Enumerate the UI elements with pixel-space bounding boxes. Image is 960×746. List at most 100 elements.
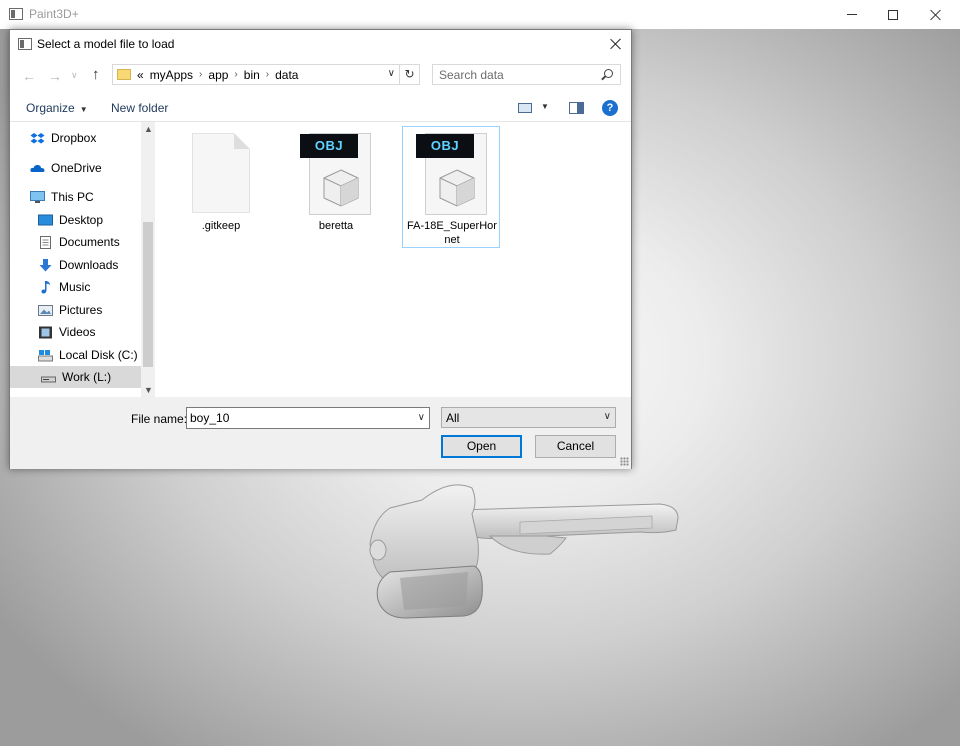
navigation-bar: ← → ∨ ↑ « myApps › app › bin › data ∨ ↻ — [10, 58, 631, 94]
nav-item-work-drive[interactable]: Work (L:) — [10, 366, 141, 388]
obj-tag: OBJ — [300, 134, 358, 158]
nav-item-this-pc[interactable]: This PC — [30, 186, 138, 208]
preview-pane-icon[interactable] — [569, 102, 584, 114]
minimize-button[interactable] — [829, 0, 875, 29]
maximize-icon — [888, 9, 898, 20]
open-file-dialog: Select a model file to load ← → ∨ ↑ « my… — [9, 29, 632, 469]
cube-icon — [439, 169, 475, 207]
nav-item-label: Work (L:) — [62, 370, 112, 384]
obj-file-icon: OBJ — [416, 133, 487, 215]
dropbox-icon — [30, 132, 45, 145]
breadcrumb-data[interactable]: data — [275, 68, 298, 82]
nav-item-videos[interactable]: Videos — [38, 321, 138, 343]
up-arrow-icon[interactable]: ↑ — [92, 66, 100, 83]
file-label: beretta — [318, 220, 354, 232]
drive-icon — [41, 371, 56, 384]
breadcrumb-app[interactable]: app — [208, 68, 228, 82]
scrollbar-thumb[interactable] — [143, 222, 153, 367]
nav-item-label: Documents — [59, 235, 120, 249]
breadcrumb-bin[interactable]: bin — [244, 68, 260, 82]
refresh-icon[interactable]: ↻ — [399, 65, 419, 84]
back-arrow-icon[interactable]: ← — [22, 68, 36, 84]
nav-item-onedrive[interactable]: OneDrive — [30, 157, 138, 179]
change-view-icon[interactable] — [518, 103, 532, 113]
open-button[interactable]: Open — [441, 435, 522, 458]
search-box[interactable] — [432, 64, 621, 85]
file-item-fa18e-superhornet[interactable]: OBJ FA-18E_SuperHornet — [402, 126, 500, 248]
breadcrumb-separator-icon[interactable]: › — [234, 69, 237, 80]
recent-locations-chevron-icon[interactable]: ∨ — [71, 70, 78, 81]
resize-grip-icon[interactable] — [620, 457, 629, 466]
view-options-caret-icon[interactable]: ▼ — [541, 102, 549, 111]
nav-item-label: Videos — [59, 325, 96, 339]
dialog-title: Select a model file to load — [37, 37, 175, 51]
file-name-combo[interactable]: ∨ — [186, 407, 430, 429]
minimize-icon — [847, 14, 857, 15]
file-item-gitkeep[interactable]: .gitkeep — [172, 127, 270, 249]
desktop-icon — [38, 214, 53, 227]
organize-label: Organize — [26, 101, 75, 115]
search-input[interactable] — [439, 67, 589, 82]
forward-arrow-icon[interactable]: → — [48, 68, 62, 84]
breadcrumb-separator-icon[interactable]: › — [266, 69, 269, 80]
maximize-button[interactable] — [870, 0, 916, 29]
nav-item-dropbox[interactable]: Dropbox — [30, 127, 138, 149]
folder-icon — [117, 69, 131, 80]
address-history-chevron-icon[interactable]: ∨ — [388, 68, 395, 79]
organize-button[interactable]: Organize ▼ — [26, 101, 88, 115]
scroll-down-icon[interactable]: ▼ — [144, 385, 153, 395]
file-type-value: All — [446, 411, 460, 425]
breadcrumb-overflow[interactable]: « — [137, 68, 144, 82]
cube-icon — [323, 169, 359, 207]
blank-file-icon — [192, 133, 250, 213]
help-icon[interactable]: ? — [602, 100, 618, 116]
app-titlebar[interactable]: Paint3D+ — [0, 0, 960, 29]
file-item-beretta[interactable]: OBJ beretta — [287, 127, 385, 249]
nav-item-local-disk[interactable]: Local Disk (C:) — [38, 344, 138, 366]
nav-item-label: Music — [59, 280, 91, 294]
documents-icon — [38, 235, 53, 249]
downloads-icon — [38, 258, 53, 272]
videos-icon — [38, 326, 53, 339]
close-button[interactable] — [913, 0, 959, 29]
new-folder-button[interactable]: New folder — [111, 101, 168, 115]
breadcrumb-myapps[interactable]: myApps — [150, 68, 193, 82]
nav-item-label: Downloads — [59, 258, 119, 272]
onedrive-icon — [30, 162, 45, 175]
nav-item-label: Desktop — [59, 213, 104, 227]
command-bar: Organize ▼ New folder ▼ ? — [10, 94, 631, 122]
nav-item-documents[interactable]: Documents — [38, 231, 138, 253]
app-window: Paint3D+ Select a model file to load ← →… — [0, 0, 960, 746]
app-icon — [9, 8, 23, 20]
file-type-select[interactable]: All ∨ — [441, 407, 616, 428]
nav-item-label: This PC — [51, 190, 94, 204]
file-name-input[interactable] — [190, 411, 405, 425]
nav-item-music[interactable]: Music — [38, 276, 138, 298]
chevron-down-icon[interactable]: ∨ — [418, 412, 425, 423]
search-icon — [604, 69, 613, 78]
cancel-button[interactable]: Cancel — [535, 435, 616, 458]
nav-item-downloads[interactable]: Downloads — [38, 254, 138, 276]
dialog-titlebar[interactable]: Select a model file to load — [10, 30, 631, 58]
scroll-up-icon[interactable]: ▲ — [144, 124, 153, 134]
nav-item-desktop[interactable]: Desktop — [38, 209, 138, 231]
obj-file-icon: OBJ — [300, 133, 371, 215]
obj-tag: OBJ — [416, 134, 474, 158]
dialog-close-icon[interactable] — [610, 38, 622, 50]
nav-pane-scrollbar[interactable]: ▲ ▼ — [141, 122, 155, 397]
nav-item-label: Local Disk (C:) — [59, 348, 138, 362]
nav-item-label: Dropbox — [51, 131, 97, 145]
chevron-down-icon: ∨ — [603, 411, 611, 422]
local-disk-icon — [38, 349, 53, 362]
navigation-pane: Dropbox OneDrive This PC Desktop Documen… — [10, 122, 155, 397]
breadcrumb-separator-icon[interactable]: › — [199, 69, 202, 80]
file-list: .gitkeep OBJ beretta OBJ FA-18E_SuperHor… — [155, 122, 631, 397]
nav-item-pictures[interactable]: Pictures — [38, 299, 138, 321]
file-name-label: File name: — [131, 412, 188, 426]
pictures-icon — [38, 304, 53, 317]
pistol-model — [369, 484, 679, 619]
nav-item-label: Pictures — [59, 303, 103, 317]
address-bar[interactable]: « myApps › app › bin › data ∨ ↻ — [112, 64, 420, 85]
file-label: FA-18E_SuperHornet — [407, 220, 497, 246]
nav-item-label: OneDrive — [51, 161, 102, 175]
